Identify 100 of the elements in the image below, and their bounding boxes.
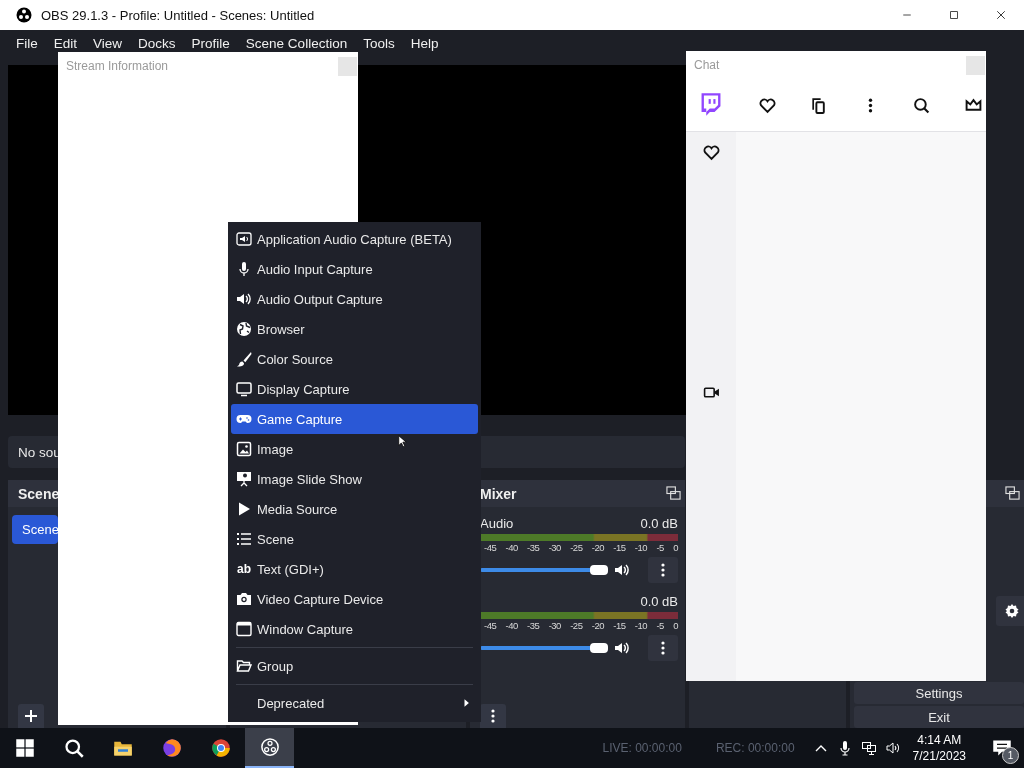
more-button[interactable] <box>480 704 506 728</box>
menu-item[interactable]: Window Capture <box>231 614 478 644</box>
scale-label: 0 <box>673 542 678 553</box>
scale-label: -40 <box>505 542 518 553</box>
scale-label: -20 <box>591 542 604 553</box>
volume-icon[interactable] <box>884 740 901 756</box>
speaker-icon[interactable] <box>614 640 630 656</box>
clock-time: 4:14 AM <box>917 732 962 748</box>
undock-icon[interactable] <box>1005 486 1020 501</box>
easel-icon <box>236 471 252 487</box>
control-button[interactable]: Exit <box>854 706 1024 728</box>
menu-item[interactable]: Application Audio Capture (BETA) <box>231 224 478 254</box>
undock-icon[interactable] <box>666 486 681 501</box>
live-status-text: LIVE: 00:00:00 <box>602 741 682 755</box>
volume-reading: 0.0 dB <box>640 515 678 531</box>
menu-item[interactable]: ab Text (GDI+) <box>231 554 478 584</box>
add-button[interactable] <box>18 704 44 728</box>
volume-slider[interactable] <box>480 646 608 650</box>
audio-capture-icon <box>236 231 252 247</box>
monitor-icon <box>236 381 252 397</box>
scale-label: -25 <box>570 542 583 553</box>
scale-label: -20 <box>591 620 604 631</box>
scene-item[interactable]: Scene <box>12 515 58 544</box>
windows-logo-icon <box>14 738 35 758</box>
more-button[interactable] <box>648 557 678 583</box>
heart-icon[interactable] <box>758 96 776 114</box>
scale-label: -30 <box>548 542 561 553</box>
slider-thumb[interactable] <box>590 565 608 575</box>
menu-item[interactable]: Color Source <box>231 344 478 374</box>
volume-reading: 0.0 dB <box>640 593 678 609</box>
window-title: OBS 29.1.3 - Profile: Untitled - Scenes: Untitled <box>41 7 315 23</box>
heart-icon[interactable] <box>702 144 720 161</box>
copy-icon[interactable] <box>810 96 828 114</box>
settings-icon <box>1004 603 1020 619</box>
menu-item[interactable]: Deprecated <box>231 688 478 718</box>
close-icon <box>994 9 1007 21</box>
maximize-icon <box>947 9 960 21</box>
menu-item[interactable]: Audio Input Capture <box>231 254 478 284</box>
speaker-icon <box>236 291 252 307</box>
menu-item[interactable]: Browser <box>231 314 478 344</box>
speaker-icon[interactable] <box>614 562 630 578</box>
channel-name: Audio <box>480 515 514 531</box>
scale-label: -5 <box>656 620 664 631</box>
video-camera-icon[interactable] <box>702 384 720 401</box>
plus-icon <box>23 708 39 724</box>
menu-item[interactable]: Tools <box>355 35 403 51</box>
folder-icon <box>236 658 252 674</box>
scale-label: -45 <box>484 542 497 553</box>
list-icon <box>236 531 252 547</box>
rec-status-text: REC: 00:00:00 <box>715 741 795 755</box>
menu-item[interactable]: Media Source <box>231 494 478 524</box>
scale-label: -45 <box>484 620 497 631</box>
menu-item[interactable]: Image Slide Show <box>231 464 478 494</box>
play-icon <box>236 501 252 517</box>
menu-item[interactable]: Scene Collection <box>237 35 356 51</box>
scale-label: -25 <box>570 620 583 631</box>
scale-label: -10 <box>634 542 648 553</box>
settings-button[interactable] <box>996 596 1024 626</box>
camera-icon <box>236 591 252 607</box>
menu-item[interactable]: Edit <box>45 35 86 51</box>
panel-title: Scene <box>18 485 60 502</box>
menu-item[interactable]: Audio Output Capture <box>231 284 478 314</box>
globe-icon <box>236 321 252 337</box>
notification-badge: 1 <box>1002 747 1019 764</box>
search-icon[interactable] <box>913 96 931 114</box>
scale-label: -35 <box>527 542 540 553</box>
image-icon <box>236 441 252 457</box>
control-button[interactable]: Settings <box>854 682 1024 704</box>
text-icon: ab <box>237 562 251 576</box>
volume-slider[interactable] <box>480 568 608 572</box>
panel-title: Mixer <box>480 485 517 502</box>
menu-item[interactable]: Group <box>231 651 478 681</box>
more-button[interactable] <box>648 635 678 661</box>
scale-label: -30 <box>548 620 561 631</box>
slider-thumb[interactable] <box>590 643 608 653</box>
browser-icon <box>161 738 182 758</box>
crown-icon[interactable] <box>964 96 982 114</box>
scale-label: -15 <box>613 620 626 631</box>
window-icon <box>236 621 252 637</box>
microphone-icon <box>236 261 252 277</box>
menu-item[interactable]: Game Capture <box>231 404 478 434</box>
menu-item[interactable]: Scene <box>231 524 478 554</box>
network-icon[interactable] <box>860 740 877 756</box>
menu-item[interactable]: Docks <box>130 35 184 51</box>
taskbar-app-button[interactable] <box>245 728 294 768</box>
menu-item[interactable]: Profile <box>183 35 238 51</box>
menu-item[interactable]: Display Capture <box>231 374 478 404</box>
scale-label: -35 <box>527 620 540 631</box>
dock-title: Chat <box>694 58 720 72</box>
scale-label: -10 <box>634 620 648 631</box>
menu-item[interactable]: Help <box>402 35 447 51</box>
scale-label: 0 <box>673 620 678 631</box>
menu-item[interactable]: Video Capture Device <box>231 584 478 614</box>
menu-item[interactable]: View <box>85 35 131 51</box>
recorder-app-icon <box>259 737 280 757</box>
clock[interactable]: 4:14 AM 7/21/2023 <box>912 732 966 764</box>
menu-item[interactable]: File <box>8 35 46 51</box>
menu-item[interactable]: Image <box>231 434 478 464</box>
clock-date: 7/21/2023 <box>912 748 966 764</box>
browser-icon <box>210 738 231 758</box>
